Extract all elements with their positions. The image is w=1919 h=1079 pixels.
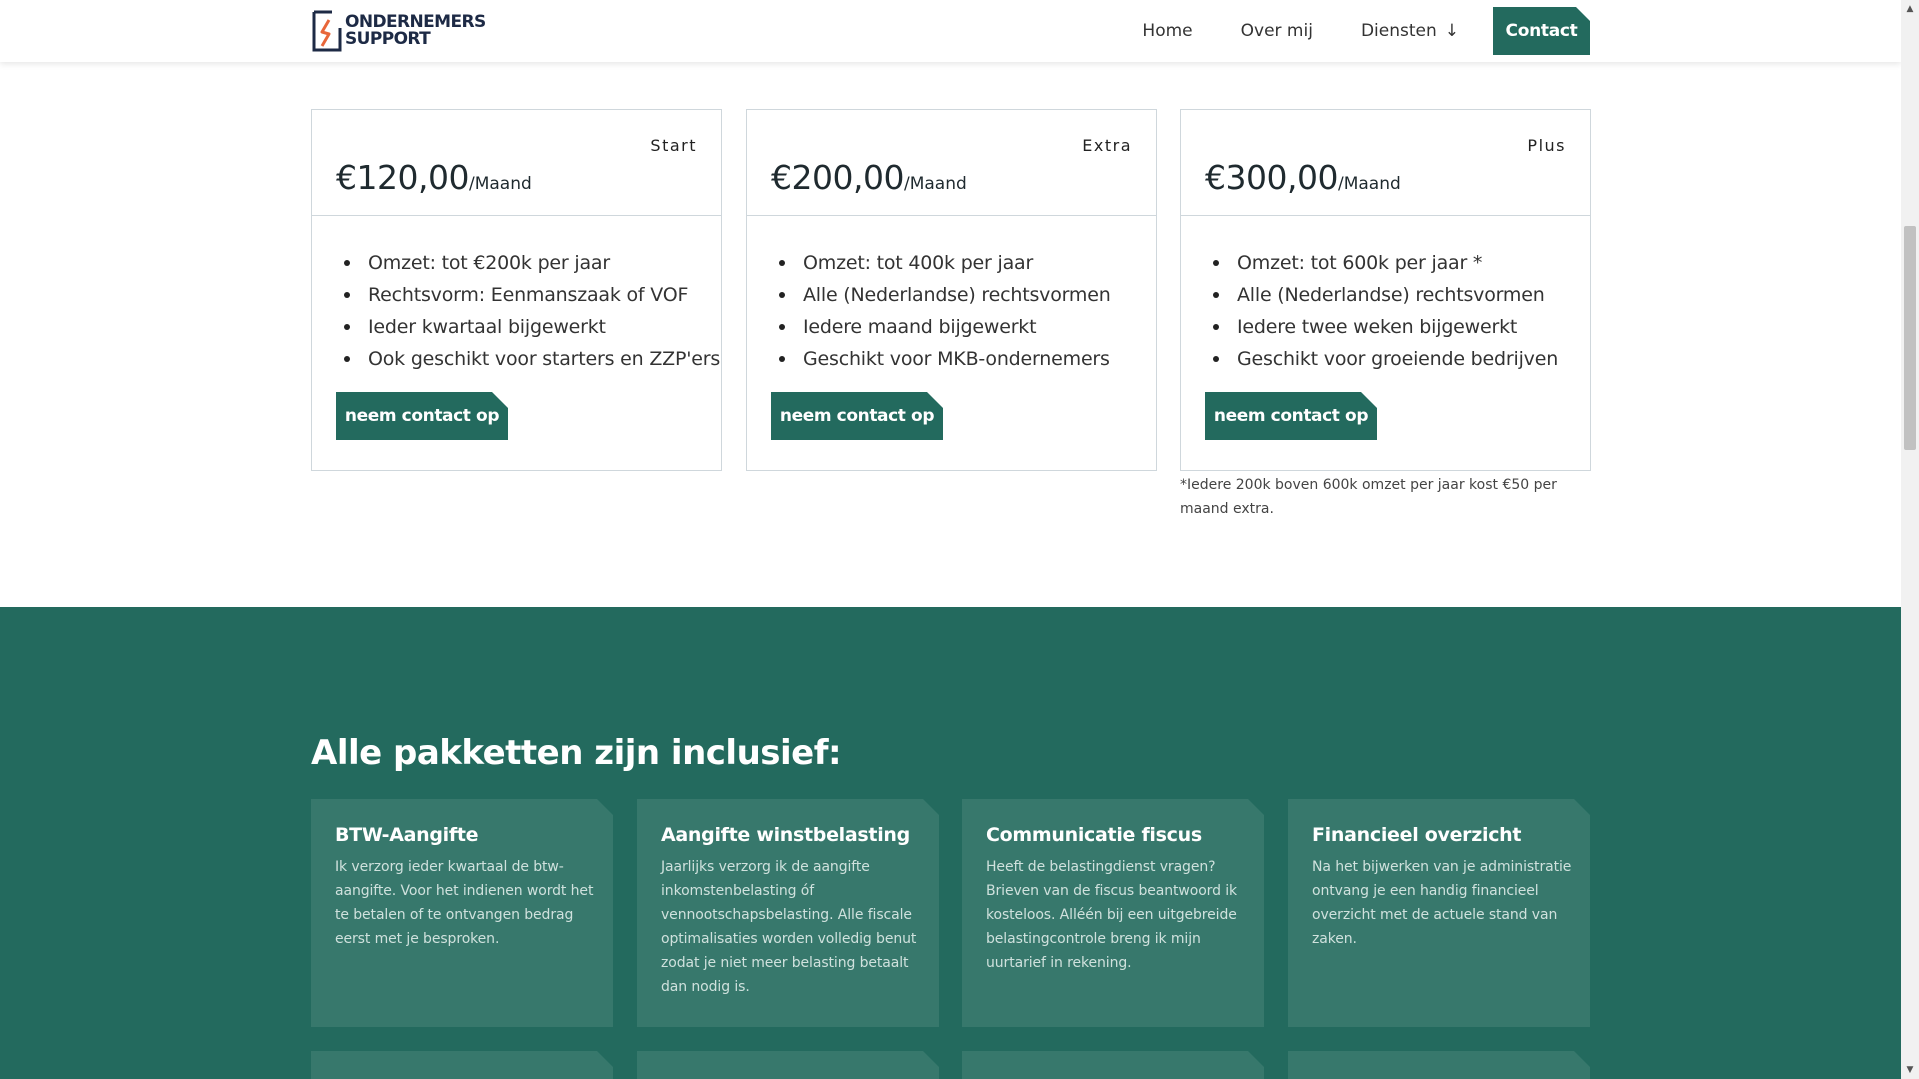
- price-value: €300,00: [1205, 158, 1338, 197]
- page-scrollbar[interactable]: ▲ ▼: [1901, 0, 1919, 1079]
- list-item: Geschikt voor MKB-ondernemers: [779, 343, 1156, 375]
- included-section: Alle pakketten zijn inclusief: BTW-Aangi…: [0, 607, 1901, 1079]
- feature-card-overzicht: Financieel overzicht Na het bijwerken va…: [1288, 799, 1590, 1027]
- pricing-card-plus: Plus €300,00/Maand Omzet: tot 600k per j…: [1180, 109, 1591, 471]
- pricing-card-extra: Extra €200,00/Maand Omzet: tot 400k per …: [746, 109, 1157, 471]
- list-item: Iedere maand bijgewerkt: [779, 311, 1156, 343]
- feature-card-fiscus: Communicatie fiscus Heeft de belastingdi…: [962, 799, 1264, 1027]
- contact-start-button[interactable]: neem contact op: [336, 392, 508, 440]
- feature-text: Heeft de belastingdienst vragen? Brieven…: [986, 859, 1238, 971]
- card-price: €300,00/Maand: [1205, 158, 1401, 197]
- price-value: €200,00: [771, 158, 904, 197]
- feature-text: Ik verzorg ieder kwartaal de btw-aangift…: [335, 859, 594, 947]
- feature-title: Communicatie fiscus: [986, 824, 1202, 846]
- list-item: Alle (Nederlandse) rechtsvormen: [1213, 279, 1590, 311]
- list-item: Omzet: tot 400k per jaar: [779, 247, 1156, 279]
- feature-card-btw: BTW-Aangifte Ik verzorg ieder kwartaal d…: [311, 799, 613, 1027]
- list-item: Ieder kwartaal bijgewerkt: [344, 311, 721, 343]
- feature-card-partial: [311, 1051, 613, 1079]
- feature-card-partial: [962, 1051, 1264, 1079]
- list-item: Omzet: tot €200k per jaar: [344, 247, 721, 279]
- card-tier: Start: [650, 136, 697, 155]
- scroll-down-icon[interactable]: ▼: [1901, 1061, 1919, 1079]
- price-value: €120,00: [336, 158, 469, 197]
- feature-text: Na het bijwerken van je administratie on…: [1312, 859, 1572, 947]
- page-viewport: ONDERNEMERS SUPPORT Home Over mij Dienst…: [0, 0, 1901, 1079]
- list-item: Iedere twee weken bijgewerkt: [1213, 311, 1590, 343]
- nav-services[interactable]: Diensten ↓: [1361, 21, 1459, 41]
- nav-home[interactable]: Home: [1142, 21, 1192, 41]
- feature-text: Jaarlijks verzorg ik de aangifte inkomst…: [661, 859, 917, 995]
- scroll-thumb[interactable]: [1904, 226, 1916, 450]
- contact-extra-button[interactable]: neem contact op: [771, 392, 943, 440]
- pricing-footnote: *Iedere 200k boven 600k omzet per jaar k…: [1180, 477, 1557, 517]
- price-unit: /Maand: [468, 174, 532, 194]
- pricing-cards: Start €120,00/Maand Omzet: tot €200k per…: [311, 109, 1591, 529]
- nav-services-label: Diensten: [1360, 21, 1437, 41]
- feature-card-partial: [1288, 1051, 1590, 1079]
- card-price: €200,00/Maand: [771, 158, 967, 197]
- logo-mark-icon: [312, 10, 342, 52]
- feature-title: BTW-Aangifte: [335, 824, 479, 846]
- price-unit: /Maand: [1337, 174, 1401, 194]
- logo-text: ONDERNEMERS SUPPORT: [345, 14, 486, 48]
- card-header: Extra €200,00/Maand: [747, 110, 1156, 216]
- list-item: Geschikt voor groeiende bedrijven: [1213, 343, 1590, 375]
- feature-card-partial: [637, 1051, 939, 1079]
- contact-button[interactable]: Contact: [1493, 7, 1590, 55]
- price-unit: /Maand: [903, 174, 967, 194]
- logo[interactable]: ONDERNEMERS SUPPORT: [310, 10, 486, 52]
- section-title: Alle pakketten zijn inclusief:: [311, 733, 842, 773]
- nav-about[interactable]: Over mij: [1241, 21, 1313, 41]
- list-item: Ook geschikt voor starters en ZZP'ers: [344, 343, 721, 375]
- main-nav: Home Over mij Diensten ↓ Contact: [1094, 7, 1590, 55]
- feature-title: Aangifte winstbelasting: [661, 824, 910, 846]
- list-item: Alle (Nederlandse) rechtsvormen: [779, 279, 1156, 311]
- feature-card-winstbelasting: Aangifte winstbelasting Jaarlijks verzor…: [637, 799, 939, 1027]
- list-item: Omzet: tot 600k per jaar *: [1213, 247, 1590, 279]
- card-header: Start €120,00/Maand: [312, 110, 721, 216]
- feature-list: Omzet: tot 600k per jaar * Alle (Nederla…: [1181, 216, 1590, 375]
- feature-title: Financieel overzicht: [1312, 824, 1522, 846]
- card-tier: Extra: [1082, 136, 1132, 155]
- card-price: €120,00/Maand: [336, 158, 532, 197]
- contact-plus-button[interactable]: neem contact op: [1205, 392, 1377, 440]
- logo-line2: SUPPORT: [345, 29, 431, 49]
- list-item: Rechtsvorm: Eenmanszaak of VOF: [344, 279, 721, 311]
- site-header: ONDERNEMERS SUPPORT Home Over mij Dienst…: [0, 0, 1901, 62]
- feature-list: Omzet: tot 400k per jaar Alle (Nederland…: [747, 216, 1156, 375]
- arrow-down-icon: ↓: [1444, 21, 1459, 41]
- card-tier: Plus: [1527, 136, 1566, 155]
- feature-list: Omzet: tot €200k per jaar Rechtsvorm: Ee…: [312, 216, 721, 375]
- card-header: Plus €300,00/Maand: [1181, 110, 1590, 216]
- scroll-up-icon[interactable]: ▲: [1901, 0, 1919, 18]
- pricing-card-start: Start €120,00/Maand Omzet: tot €200k per…: [311, 109, 722, 471]
